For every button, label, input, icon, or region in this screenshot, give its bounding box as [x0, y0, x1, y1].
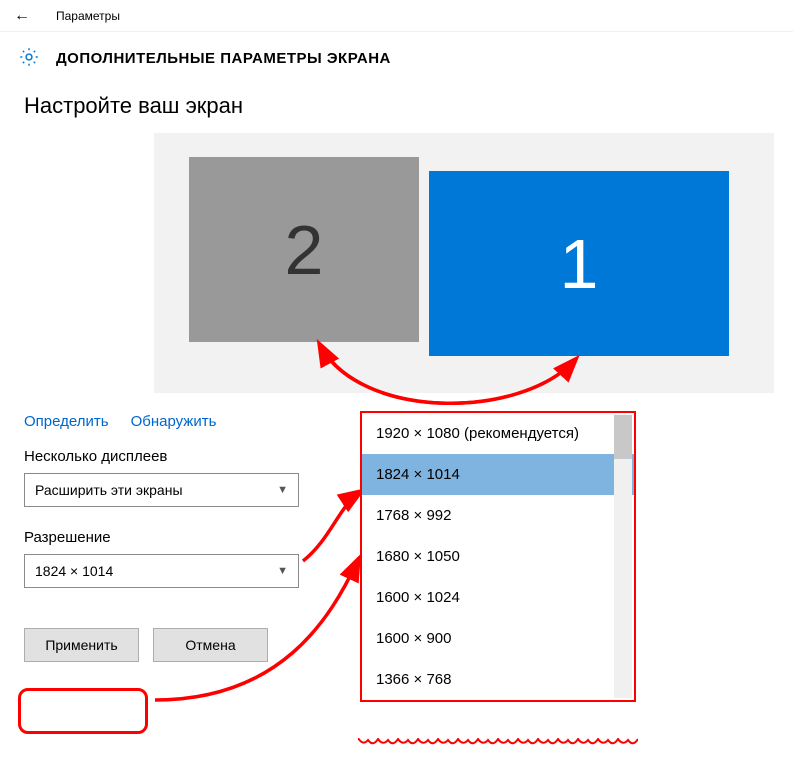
detect-link[interactable]: Обнаружить	[131, 413, 217, 430]
resolution-popup[interactable]: 1920 × 1080 (рекомендуется) 1824 × 1014 …	[360, 411, 636, 702]
resolution-option[interactable]: 1768 × 992	[362, 495, 634, 536]
multi-display-selected: Расширить эти экраны	[35, 482, 183, 498]
cancel-button[interactable]: Отмена	[153, 628, 268, 662]
chevron-down-icon: ▼	[277, 565, 288, 577]
annotation-torn-edge	[358, 738, 638, 748]
gear-icon	[18, 46, 40, 71]
chevron-down-icon: ▼	[277, 484, 288, 496]
resolution-dropdown[interactable]: 1824 × 1014 ▼	[24, 554, 299, 588]
monitor-tile-2[interactable]: 2	[189, 157, 419, 342]
resolution-selected: 1824 × 1014	[35, 563, 113, 579]
monitor-2-label: 2	[285, 210, 324, 290]
annotation-apply-highlight	[18, 688, 148, 734]
section-title-configure: Настройте ваш экран	[24, 93, 769, 119]
resolution-option[interactable]: 1600 × 900	[362, 618, 634, 659]
identify-link[interactable]: Определить	[24, 413, 109, 430]
resolution-option[interactable]: 1920 × 1080 (рекомендуется)	[362, 413, 634, 454]
window-titlebar: ← Параметры	[0, 0, 793, 32]
monitor-arrangement-area[interactable]: 2 1	[154, 133, 774, 393]
back-arrow-icon[interactable]: ←	[12, 7, 32, 25]
monitor-tile-1[interactable]: 1	[429, 171, 729, 356]
window-title: Параметры	[56, 9, 120, 23]
resolution-option[interactable]: 1600 × 1024	[362, 577, 634, 618]
scrollbar[interactable]	[614, 415, 632, 698]
multi-display-dropdown[interactable]: Расширить эти экраны ▼	[24, 473, 299, 507]
page-header: ДОПОЛНИТЕЛЬНЫЕ ПАРАМЕТРЫ ЭКРАНА	[0, 32, 793, 85]
resolution-option[interactable]: 1680 × 1050	[362, 536, 634, 577]
resolution-option[interactable]: 1366 × 768	[362, 659, 634, 700]
apply-button[interactable]: Применить	[24, 628, 139, 662]
resolution-option-selected[interactable]: 1824 × 1014	[362, 454, 634, 495]
scrollbar-thumb[interactable]	[614, 415, 632, 459]
page-title: ДОПОЛНИТЕЛЬНЫЕ ПАРАМЕТРЫ ЭКРАНА	[56, 50, 391, 67]
monitor-1-label: 1	[560, 224, 599, 304]
